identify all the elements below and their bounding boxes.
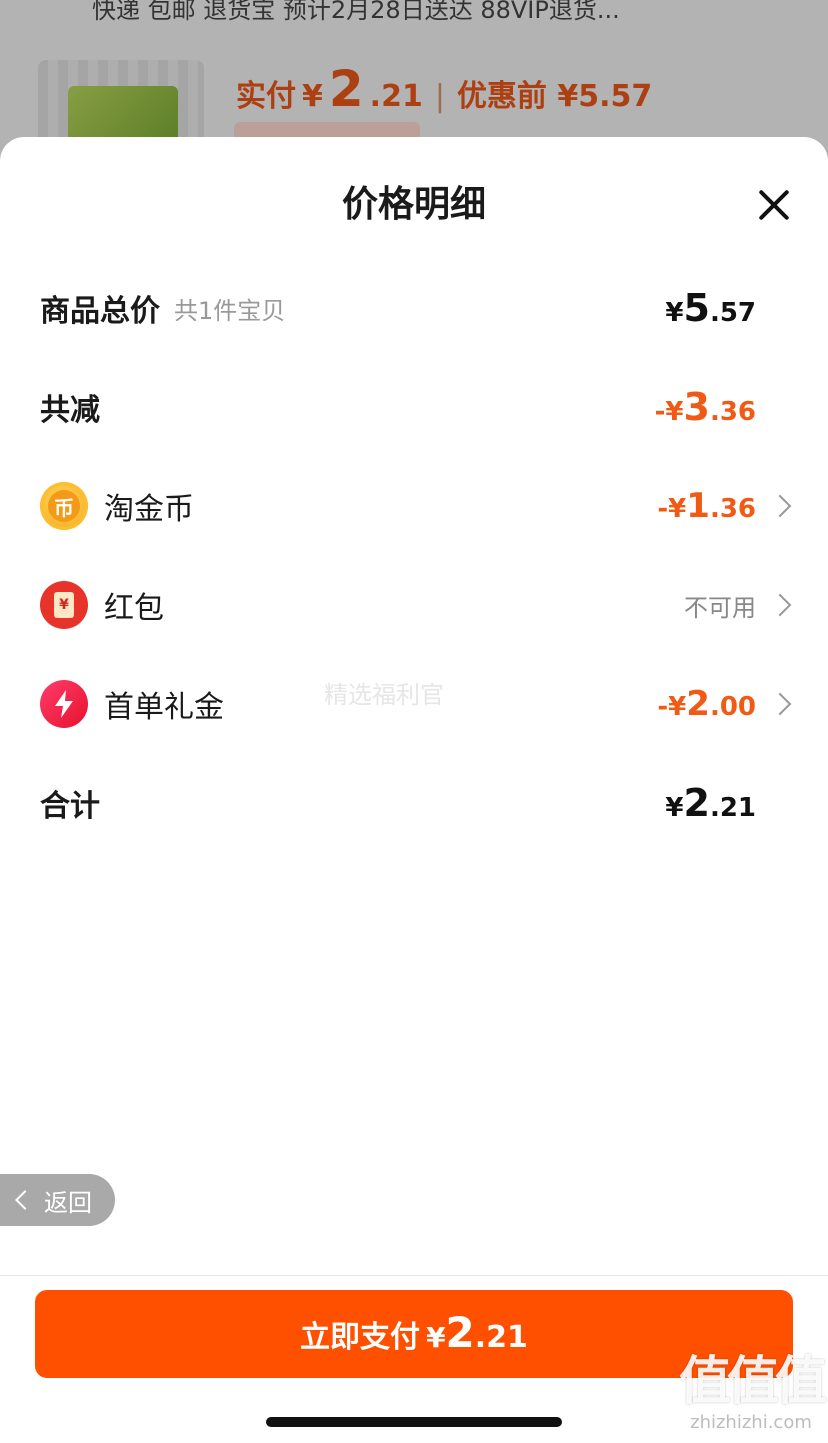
currency-symbol: ¥	[665, 298, 684, 328]
lightning-icon	[40, 680, 88, 728]
row-sum: 合计 ¥2.21	[40, 773, 828, 833]
pay-currency: ¥	[426, 1321, 446, 1354]
red-envelope-icon: ¥	[40, 581, 88, 629]
amount-dec: .57	[709, 298, 756, 328]
chevron-left-icon	[15, 1190, 35, 1210]
close-icon[interactable]	[752, 183, 796, 227]
row-total-reduction: 共减 -¥ 3.36	[40, 377, 828, 437]
row-hongbao[interactable]: ¥ 红包 不可用	[40, 575, 828, 635]
first-order-amount: -¥ 2.00	[657, 684, 756, 724]
currency-symbol: -¥	[657, 494, 687, 524]
site-watermark: 值值值 zhizhizhi.com	[676, 1352, 827, 1433]
amount-int: 2	[683, 781, 710, 825]
site-watermark-url: zhizhizhi.com	[690, 1412, 812, 1433]
total-price-label: 商品总价	[40, 294, 160, 329]
reduction-amount: -¥ 3.36	[655, 385, 756, 429]
bottom-divider	[0, 1275, 828, 1276]
lightning-bolt-shape	[55, 690, 73, 718]
back-label: 返回	[44, 1188, 92, 1217]
coin-glyph: 币	[48, 490, 80, 522]
pay-int: 2	[445, 1308, 475, 1357]
row-total-price: 商品总价 共1件宝贝 ¥5.57	[40, 278, 828, 338]
total-price-amount: ¥5.57	[665, 286, 756, 330]
taojinbi-label: 淘金币	[104, 492, 194, 527]
item-count: 共1件宝贝	[174, 296, 286, 325]
sum-amount: ¥2.21	[665, 781, 756, 825]
background-page: 快递 包邮 退货宝 预计2月28日送达 88VIP退货... 实付 ¥ 2.21…	[0, 0, 828, 160]
sum-label: 合计	[40, 789, 100, 824]
chevron-right-icon	[768, 593, 792, 617]
sheet-title: 价格明细	[341, 184, 486, 225]
taojinbi-amount: -¥ 1.36	[657, 486, 756, 526]
home-indicator[interactable]	[266, 1417, 562, 1427]
site-watermark-logo: 值值值	[678, 1352, 827, 1412]
coin-icon: 币	[40, 482, 88, 530]
amount-dec: .36	[709, 397, 756, 427]
chevron-right-icon	[768, 494, 792, 518]
amount-int: 5	[683, 286, 710, 330]
amount-dec: .21	[709, 793, 756, 823]
price-detail-sheet: 价格明细 商品总价 共1件宝贝 ¥5.57 共减 -¥ 3.36 币 淘金币 -¥…	[0, 137, 828, 1443]
row-taojinbi[interactable]: 币 淘金币 -¥ 1.36	[40, 476, 828, 536]
chevron-right-icon	[768, 692, 792, 716]
first-order-label: 首单礼金	[104, 690, 224, 725]
currency-symbol: ¥	[665, 793, 684, 823]
watermark-text: 精选福利官	[324, 681, 444, 709]
currency-symbol: -¥	[657, 692, 687, 722]
amount-int: 1	[686, 486, 710, 526]
hongbao-label: 红包	[104, 591, 164, 626]
modal-overlay[interactable]	[0, 0, 828, 160]
red-envelope-glyph: ¥	[54, 592, 74, 618]
amount-dec: .36	[709, 494, 756, 524]
amount-int: 2	[686, 684, 710, 724]
pay-label: 立即支付	[300, 1320, 421, 1355]
pay-dec: .21	[474, 1320, 528, 1355]
amount-dec: .00	[709, 692, 756, 722]
amount-int: 3	[683, 385, 710, 429]
reduction-label: 共减	[40, 393, 100, 428]
back-button[interactable]: 返回	[0, 1174, 115, 1226]
currency-symbol: -¥	[654, 397, 684, 427]
hongbao-status: 不可用	[684, 593, 756, 622]
